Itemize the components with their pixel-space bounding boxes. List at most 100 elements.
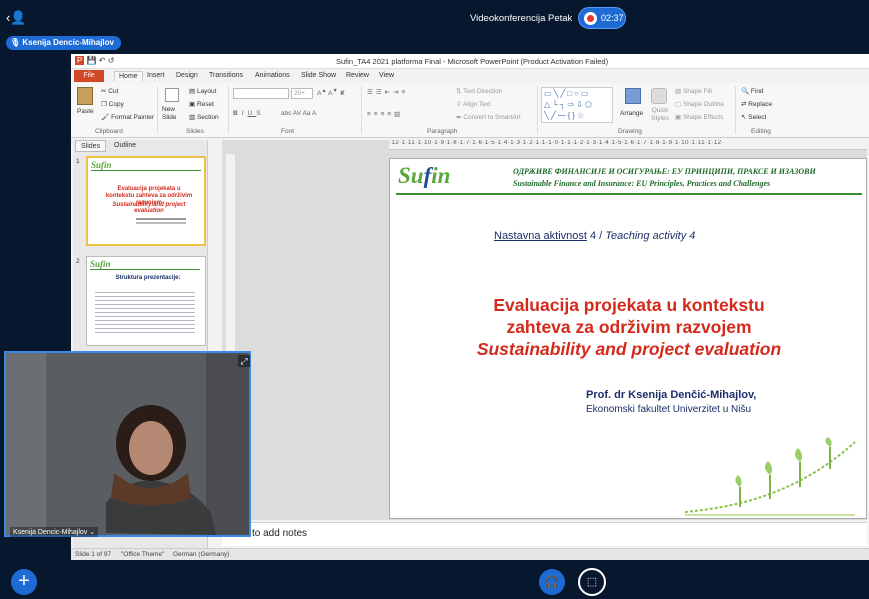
redo-icon[interactable]: ↺ bbox=[108, 56, 115, 65]
find-button[interactable]: 🔍 Find bbox=[741, 87, 764, 95]
record-icon bbox=[584, 12, 597, 25]
meeting-bottom-bar bbox=[0, 562, 869, 599]
participant-video-tile[interactable]: ⤢ Ksenija Dencic-Mihajlov ⌄ bbox=[4, 351, 251, 537]
thumb-line bbox=[91, 170, 201, 171]
outline-icon: ▢ bbox=[675, 101, 683, 108]
microphone-icon: 🎙 bbox=[10, 38, 23, 47]
tab-view[interactable]: View bbox=[379, 72, 394, 79]
group-drawing-label: Drawing bbox=[618, 128, 642, 135]
back-participants-icon[interactable]: ‹👤 bbox=[6, 10, 27, 26]
clear-format-icon: ✘ bbox=[339, 90, 346, 98]
font-name-box[interactable] bbox=[233, 88, 289, 99]
ppt-titlebar: P 💾 ↶ ↺ Sufin_TA4 2021 platforma Final -… bbox=[71, 54, 869, 69]
slide-header-english: Sustainable Finance and Insurance: EU Pr… bbox=[513, 179, 771, 188]
ribbon-separator bbox=[735, 86, 736, 134]
tab-slide-show[interactable]: Slide Show bbox=[301, 72, 336, 79]
slide-title-line1: Evaluacija projekata u kontekstu bbox=[493, 295, 765, 315]
teaching-activity: Nastavna aktivnost 4 / Teaching activity… bbox=[494, 230, 696, 242]
slide-author: Prof. dr Ksenija Denčić-Mihajlov, bbox=[586, 389, 757, 401]
new-slide-button[interactable]: New Slide bbox=[162, 106, 184, 122]
tab-insert[interactable]: Insert bbox=[147, 72, 165, 79]
shape-effects-button[interactable]: ▣ Shape Effects bbox=[675, 113, 723, 121]
thumb2-bullets bbox=[95, 289, 195, 335]
convert-smartart-button[interactable]: ⬌ Convert to SmartArt bbox=[456, 113, 521, 121]
sufin-logo: Sufin bbox=[398, 163, 451, 188]
tab-design[interactable]: Design bbox=[176, 72, 198, 79]
reset-button[interactable]: ▣ Reset bbox=[189, 100, 214, 108]
thumbnail-number: 1 bbox=[76, 158, 80, 165]
screen-share-icon[interactable]: ⬚ bbox=[578, 568, 606, 596]
thumb-line bbox=[90, 269, 200, 270]
group-editing-label: Editing bbox=[751, 128, 771, 135]
shape-fill-button[interactable]: ▧ Shape Fill bbox=[675, 87, 712, 95]
presenter-badge: 🎙 Ksenija Dencic-Mihajlov bbox=[6, 36, 121, 50]
shapes-gallery[interactable]: ▭╲╱□○▭ △└┐⇨⇩⬠ ╲╱⁓{}☆ bbox=[541, 87, 613, 123]
cut-button[interactable]: ✂ Cut bbox=[101, 87, 118, 95]
expand-icon[interactable]: ⤢ bbox=[238, 355, 250, 367]
tab-animations[interactable]: Animations bbox=[255, 72, 290, 79]
tab-review[interactable]: Review bbox=[346, 72, 369, 79]
presenter-name: Ksenija Dencic-Mihajlov bbox=[22, 38, 114, 47]
ribbon-separator bbox=[537, 86, 538, 134]
slide-thumbnail-2[interactable]: Sufin Struktura prezentacije: bbox=[86, 256, 206, 346]
arrange-icon[interactable] bbox=[625, 88, 641, 104]
add-button[interactable]: + bbox=[11, 569, 37, 595]
format-painter-button[interactable]: 🖌 Format Painter bbox=[101, 113, 154, 121]
new-slide-icon[interactable] bbox=[165, 88, 179, 102]
font-size-box[interactable]: 20+ bbox=[291, 88, 313, 99]
shape-outline-button[interactable]: ▢ Shape Outline bbox=[675, 100, 724, 108]
current-slide[interactable]: Sufin ОДРЖИВЕ ФИНАНСИЈЕ И ОСИГУРАЊЕ: ЕУ … bbox=[389, 158, 867, 519]
participant-video bbox=[6, 353, 249, 535]
thumb-author-line bbox=[136, 218, 186, 220]
status-slide: Slide 1 of 97 bbox=[75, 551, 112, 558]
section-button[interactable]: ▥ Section bbox=[189, 113, 219, 121]
font-grow-shrink[interactable]: A▲ A▼ ✘ bbox=[317, 88, 345, 97]
paste-button[interactable]: Paste bbox=[77, 108, 94, 115]
tab-transitions[interactable]: Transitions bbox=[209, 72, 243, 79]
group-clipboard-label: Clipboard bbox=[95, 128, 123, 135]
text-direction-button[interactable]: ⇅ Text Direction bbox=[456, 87, 503, 95]
group-slides-label: Slides bbox=[186, 128, 204, 135]
align-buttons[interactable]: ≡≡≡≡▥ bbox=[367, 110, 403, 118]
align-text-icon: ⇳ bbox=[456, 101, 463, 108]
tab-file[interactable]: File bbox=[74, 70, 104, 82]
ppt-logo-icon: P bbox=[75, 56, 85, 65]
pane-tab-outline[interactable]: Outline bbox=[109, 140, 141, 152]
group-font-label: Font bbox=[281, 128, 295, 135]
pane-tab-slides[interactable]: Slides bbox=[75, 140, 107, 152]
thumb-author-line bbox=[136, 222, 186, 224]
header-divider bbox=[396, 193, 862, 195]
paste-icon[interactable] bbox=[77, 87, 93, 105]
font-color-buttons[interactable]: abc AV Aa A bbox=[281, 110, 316, 117]
arrange-button[interactable]: Arrange bbox=[620, 110, 643, 117]
align-text-button[interactable]: ⇳ Align Text bbox=[456, 100, 491, 108]
section-icon: ▥ bbox=[189, 114, 197, 121]
tab-home[interactable]: Home bbox=[114, 71, 143, 81]
ribbon-separator bbox=[228, 86, 229, 134]
thumb-logo: Sufin bbox=[91, 160, 112, 170]
status-theme: "Office Theme" bbox=[121, 551, 165, 558]
undo-icon[interactable]: ↶ bbox=[99, 56, 106, 65]
copy-button[interactable]: ❐ Copy bbox=[101, 100, 124, 108]
select-button[interactable]: ↖ Select bbox=[741, 113, 766, 121]
replace-button[interactable]: ⇄ Replace bbox=[741, 100, 772, 108]
layout-button[interactable]: ▤ Layout bbox=[189, 87, 216, 95]
brush-icon: 🖌 bbox=[101, 114, 112, 121]
quick-styles-button[interactable]: Quick Styles bbox=[647, 107, 673, 123]
slide-header-cyrillic: ОДРЖИВЕ ФИНАНСИЈЕ И ОСИГУРАЊЕ: ЕУ ПРИНЦИ… bbox=[513, 167, 816, 176]
notes-pane[interactable]: to add notes bbox=[222, 522, 867, 546]
font-style-buttons[interactable]: BIUS bbox=[233, 110, 265, 117]
recording-indicator[interactable]: 02:37 bbox=[578, 7, 626, 29]
reset-icon: ▣ bbox=[189, 101, 197, 108]
video-participant-label: Ksenija Dencic-Mihajlov ⌄ bbox=[10, 527, 99, 537]
save-icon[interactable]: 💾 bbox=[87, 56, 97, 65]
slide-title-line2: zahteva za održivim razvojem bbox=[506, 317, 752, 337]
headphones-icon[interactable]: 🎧 bbox=[539, 569, 565, 595]
quick-styles-icon[interactable] bbox=[651, 88, 667, 104]
list-buttons[interactable]: ☰☰⇤⇥≡ bbox=[367, 88, 408, 96]
chevron-down-icon[interactable]: ⌄ bbox=[89, 529, 95, 536]
meeting-title: Videokonferencija Petak bbox=[470, 13, 573, 24]
quick-access-toolbar[interactable]: P 💾 ↶ ↺ bbox=[75, 56, 114, 65]
slide-title-line3: Sustainability and project evaluation bbox=[476, 339, 782, 359]
slide-thumbnail-1[interactable]: Sufin Evaluacija projekata u kontekstu z… bbox=[86, 156, 206, 246]
